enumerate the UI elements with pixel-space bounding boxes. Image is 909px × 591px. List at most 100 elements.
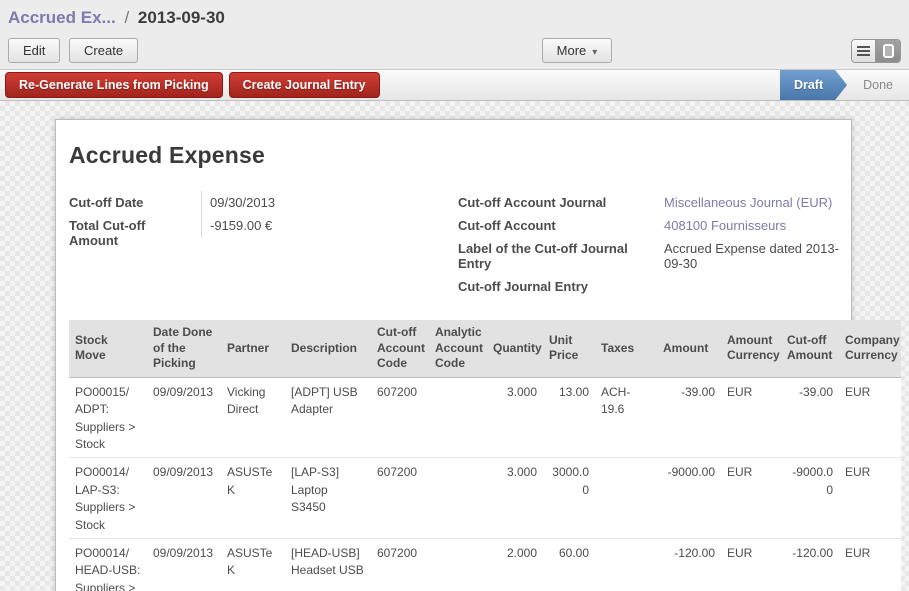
chevron-down-icon: ▾: [592, 47, 597, 58]
header-cell: Stock Move: [69, 320, 147, 377]
state-draft[interactable]: Draft: [780, 70, 847, 100]
header-cell: Taxes: [595, 320, 657, 377]
header-cell: Unit Price: [543, 320, 595, 377]
page-background: Accrued Expense Cut-off Date09/30/2013To…: [0, 101, 909, 590]
header-cell: Description: [285, 320, 371, 377]
list-view-icon[interactable]: [852, 40, 876, 62]
control-row: Edit Create More ▾: [8, 38, 901, 63]
table-cell: -9000.00: [657, 458, 721, 539]
field-group-left: Cut-off Date09/30/2013Total Cut-off Amou…: [69, 187, 458, 298]
form-sheet: Accrued Expense Cut-off Date09/30/2013To…: [55, 119, 852, 591]
table-row[interactable]: PO00014/ LAP-S3: Suppliers > Stock09/09/…: [69, 458, 901, 539]
lines-table-wrap: Stock MoveDate Done of the PickingPartne…: [69, 320, 901, 591]
field-row: Total Cut-off Amount-9159.00 €: [69, 214, 458, 252]
table-cell: PO00014/ LAP-S3: Suppliers > Stock: [69, 458, 147, 539]
header-cell: Amount: [657, 320, 721, 377]
field-row: Cut-off Account408100 Fournisseurs: [458, 214, 839, 237]
field-row: Cut-off Journal Entry: [458, 275, 839, 298]
field-row: Cut-off Date09/30/2013: [69, 191, 458, 214]
field-label: Cut-off Date: [69, 191, 201, 214]
breadcrumb-parent-link[interactable]: Accrued Ex...: [8, 8, 116, 27]
table-cell: ACH-19.6: [595, 377, 657, 458]
table-cell: EUR: [839, 538, 901, 591]
table-cell: ASUSTeK: [221, 538, 285, 591]
more-menu-area: More ▾: [308, 38, 851, 63]
field-groups: Cut-off Date09/30/2013Total Cut-off Amou…: [69, 187, 851, 298]
field-value-link[interactable]: 408100 Fournisseurs: [656, 214, 839, 237]
table-cell: EUR: [839, 377, 901, 458]
table-cell: EUR: [839, 458, 901, 539]
table-cell: 09/09/2013: [147, 538, 221, 591]
view-switcher: [851, 39, 901, 63]
state-done[interactable]: Done: [847, 70, 909, 100]
table-cell: -39.00: [781, 377, 839, 458]
edit-button[interactable]: Edit: [8, 38, 60, 63]
field-label: Cut-off Journal Entry: [458, 275, 656, 298]
page-title: Accrued Expense: [69, 142, 851, 169]
table-cell: PO00014/ HEAD-USB: Suppliers > Stock: [69, 538, 147, 591]
field-value: Accrued Expense dated 2013-09-30: [656, 237, 839, 275]
action-buttons: Re-Generate Lines from Picking Create Jo…: [0, 70, 386, 100]
field-row: Label of the Cut-off Journal EntryAccrue…: [458, 237, 839, 275]
table-cell: 2.000: [487, 538, 543, 591]
field-value-link[interactable]: Miscellaneous Journal (EUR): [656, 191, 839, 214]
field-value-link[interactable]: [656, 275, 839, 297]
field-label: Label of the Cut-off Journal Entry: [458, 237, 656, 275]
table-cell: 607200: [371, 377, 429, 458]
table-cell: PO00015/ ADPT: Suppliers > Stock: [69, 377, 147, 458]
header-cell: Amount Currency: [721, 320, 781, 377]
state-arrows: DraftDone: [780, 70, 909, 100]
field-label: Total Cut-off Amount: [69, 214, 201, 252]
table-cell: 607200: [371, 538, 429, 591]
table-cell: EUR: [721, 458, 781, 539]
table-cell: -39.00: [657, 377, 721, 458]
field-value: -9159.00 €: [201, 214, 458, 237]
breadcrumb-separator: /: [120, 8, 133, 27]
table-cell: 3.000: [487, 458, 543, 539]
table-cell: EUR: [721, 377, 781, 458]
header-cell: Date Done of the Picking: [147, 320, 221, 377]
header-cell: Company Currency: [839, 320, 901, 377]
table-cell: [ADPT] USB Adapter: [285, 377, 371, 458]
table-cell: ASUSTeK: [221, 458, 285, 539]
breadcrumb-current: 2013-09-30: [138, 8, 225, 27]
statusbar: Re-Generate Lines from Picking Create Jo…: [0, 70, 909, 101]
regenerate-lines-button[interactable]: Re-Generate Lines from Picking: [5, 72, 223, 98]
more-button-label: More: [557, 43, 587, 58]
table-cell: [429, 377, 487, 458]
table-cell: [429, 458, 487, 539]
table-row[interactable]: PO00014/ HEAD-USB: Suppliers > Stock09/0…: [69, 538, 901, 591]
cutoff-lines-table: Stock MoveDate Done of the PickingPartne…: [69, 320, 901, 591]
table-cell: -120.00: [657, 538, 721, 591]
header-cell: Partner: [221, 320, 285, 377]
table-cell: [429, 538, 487, 591]
table-cell: EUR: [721, 538, 781, 591]
table-cell: 3.000: [487, 377, 543, 458]
hamburger-icon: [857, 46, 870, 56]
header-cell: Cut-off Amount: [781, 320, 839, 377]
table-cell: 60.00: [543, 538, 595, 591]
table-cell: [HEAD-USB] Headset USB: [285, 538, 371, 591]
table-cell: 09/09/2013: [147, 377, 221, 458]
table-cell: [595, 458, 657, 539]
table-cell: -120.00: [781, 538, 839, 591]
field-row: Cut-off Account JournalMiscellaneous Jou…: [458, 191, 839, 214]
header-cell: Cut-off Account Code: [371, 320, 429, 377]
table-cell: 3000.00: [543, 458, 595, 539]
table-cell: 607200: [371, 458, 429, 539]
header-cell: Quantity: [487, 320, 543, 377]
record-buttons: Edit Create: [8, 38, 308, 63]
table-cell: -9000.00: [781, 458, 839, 539]
field-group-right: Cut-off Account JournalMiscellaneous Jou…: [458, 187, 851, 298]
more-button[interactable]: More ▾: [542, 38, 613, 63]
field-label: Cut-off Account: [458, 214, 656, 237]
header-cell: Analytic Account Code: [429, 320, 487, 377]
create-journal-entry-button[interactable]: Create Journal Entry: [229, 72, 380, 98]
table-row[interactable]: PO00015/ ADPT: Suppliers > Stock09/09/20…: [69, 377, 901, 458]
field-label: Cut-off Account Journal: [458, 191, 656, 214]
form-glyph-icon: [883, 44, 894, 58]
form-view-icon[interactable]: [876, 40, 900, 62]
top-header: Accrued Ex... / 2013-09-30 Edit Create M…: [0, 0, 909, 70]
create-button[interactable]: Create: [69, 38, 138, 63]
table-cell: Vicking Direct: [221, 377, 285, 458]
